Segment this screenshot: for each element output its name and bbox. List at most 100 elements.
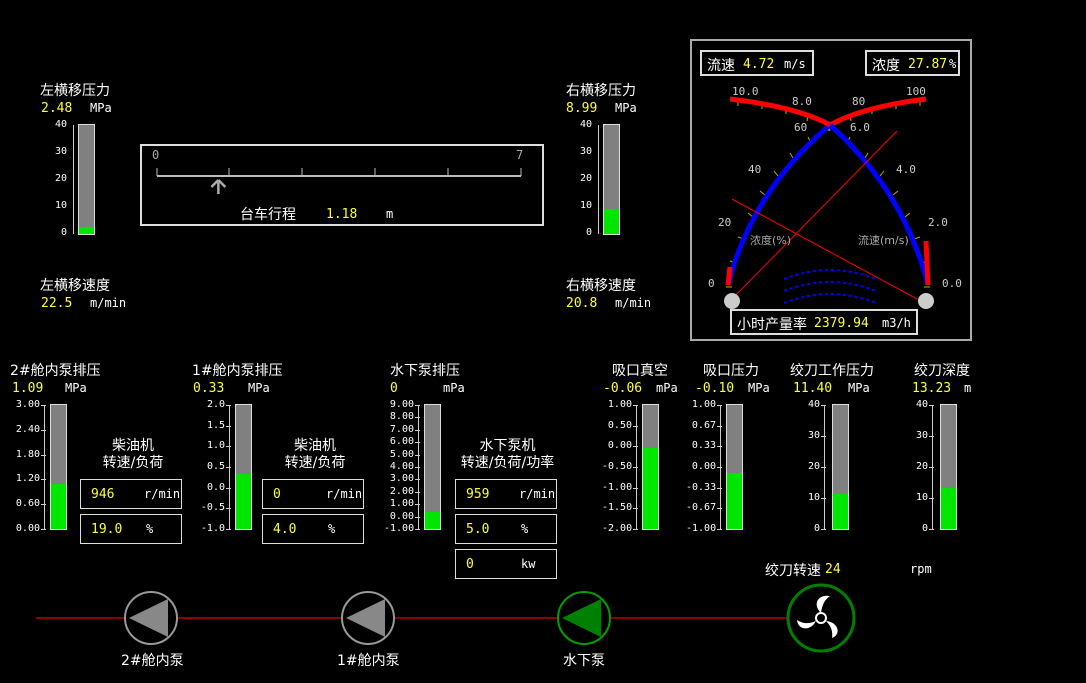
trolley-position-arrow-icon bbox=[210, 179, 227, 194]
trolley-travel-label: 台车行程 bbox=[240, 207, 296, 223]
tick: 1.00 bbox=[691, 399, 716, 410]
tick: 10 bbox=[807, 492, 820, 503]
tick: -1.50 bbox=[602, 502, 633, 514]
tick: 0.50 bbox=[607, 419, 632, 431]
conc-tick: 100 bbox=[906, 85, 926, 98]
uw-motor-title-line1: 水下泵机 bbox=[479, 438, 536, 454]
tick: 2.00 bbox=[389, 485, 414, 497]
uw-motor-load-unit: % bbox=[521, 522, 529, 536]
tick: 0.5 bbox=[206, 461, 225, 472]
tick: 30 bbox=[807, 430, 820, 441]
suction-vacuum-bar bbox=[642, 404, 659, 530]
tick: 0.00 bbox=[389, 510, 414, 522]
uw-motor-title: 水下泵机 转速/负荷/功率 bbox=[455, 438, 560, 472]
trolley-travel-panel: 0 7 台车行程 1.18 m bbox=[140, 144, 544, 226]
tick: -0.50 bbox=[602, 461, 633, 472]
tick: 4.00 bbox=[389, 461, 414, 472]
suction-pressure-label: 吸口压力 bbox=[703, 363, 759, 379]
diesel1-load-value: 4.0 bbox=[273, 522, 297, 537]
flow-tick: 8.0 bbox=[792, 95, 812, 108]
cutter-speed-label: 绞刀转速 bbox=[765, 563, 821, 579]
production-rate-label: 小时产量率 bbox=[737, 317, 807, 333]
cutter-depth-bar bbox=[940, 404, 957, 530]
diesel1-title-line2: 转速/负荷 bbox=[284, 455, 346, 471]
uw-motor-rpm-box: 959 r/min bbox=[455, 479, 557, 509]
pump1-pressure-label: 1#舱内泵排压 bbox=[192, 363, 283, 379]
suction-vacuum-value: -0.06 bbox=[603, 381, 643, 396]
uw-motor-title-line2: 转速/负荷/功率 bbox=[460, 455, 555, 471]
tick: -1.00 bbox=[384, 523, 415, 534]
tick: 2.0 bbox=[206, 399, 225, 410]
pump1-pressure-gauge: 2.0 1.5 1.0 0.5 0.0 -0.5 -1.0 bbox=[195, 398, 255, 538]
conc-tick: 80 bbox=[852, 95, 866, 108]
pump2-pipeline-label: 2#舱内泵 bbox=[121, 653, 184, 669]
right-shift-speed-value: 20.8 bbox=[566, 296, 598, 311]
left-shift-pressure-value: 2.48 bbox=[41, 101, 73, 116]
pump1-pressure-unit: MPa bbox=[248, 381, 270, 395]
pump2-pressure-value: 1.09 bbox=[12, 381, 44, 396]
diesel1-rpm-value: 0 bbox=[273, 487, 281, 502]
diesel2-load-unit: % bbox=[146, 522, 154, 536]
flow-speed-box: 流速 4.72 m/s bbox=[700, 50, 814, 76]
left-shift-pressure-gauge: 40 30 20 10 0 bbox=[40, 118, 100, 240]
diesel1-rpm-box: 0 r/min bbox=[262, 479, 364, 509]
cutter-pressure-bar bbox=[832, 404, 849, 530]
tick: 3.00 bbox=[389, 473, 414, 485]
left-shift-speed-value: 22.5 bbox=[41, 296, 73, 311]
tick: 1.0 bbox=[206, 440, 225, 452]
suction-vacuum-unit: mPa bbox=[656, 381, 678, 395]
tick: 0 bbox=[60, 227, 67, 238]
uw-pump-pressure-value: 0 bbox=[390, 381, 398, 396]
tick: 30 bbox=[579, 146, 592, 157]
right-pivot-icon bbox=[918, 293, 934, 309]
left-shift-speed-label: 左横移速度 bbox=[40, 278, 110, 294]
right-shift-pressure-unit: MPa bbox=[615, 101, 637, 115]
left-shift-pressure-bar bbox=[78, 124, 95, 235]
trolley-travel-unit: m bbox=[386, 207, 394, 221]
pump2-pressure-bar bbox=[50, 404, 67, 530]
right-shift-speed-label: 右横移速度 bbox=[566, 278, 636, 294]
tick: 6.00 bbox=[389, 436, 414, 448]
cutter-pressure-gauge: 40 30 20 10 0 bbox=[790, 398, 850, 538]
tick: 20 bbox=[807, 461, 820, 472]
flow-tick: 2.0 bbox=[928, 216, 948, 229]
tick: 10 bbox=[579, 200, 592, 211]
production-rate-box: 小时产量率 2379.94 m3/h bbox=[730, 309, 918, 335]
tick: -1.0 bbox=[200, 523, 225, 534]
diesel2-load-value: 19.0 bbox=[91, 522, 123, 537]
pump2-pressure-label: 2#舱内泵排压 bbox=[10, 363, 101, 379]
flow-concentration-gauge: 流速 4.72 m/s 浓度 27.87 % 0 20 40 60 80 100… bbox=[690, 39, 972, 341]
right-shift-pressure-label: 右横移压力 bbox=[566, 83, 636, 99]
underwater-pump-icon bbox=[557, 591, 611, 645]
tick: 0.67 bbox=[691, 419, 716, 431]
tick: 1.5 bbox=[206, 419, 225, 431]
cutter-pressure-unit: MPa bbox=[848, 381, 870, 395]
suction-vacuum-gauge: 1.00 0.50 0.00 -0.50 -1.00 -1.50 -2.00 bbox=[602, 398, 662, 538]
tick: -0.33 bbox=[686, 481, 717, 493]
conc-tick: 20 bbox=[718, 216, 732, 229]
trolley-travel-value: 1.18 bbox=[326, 207, 358, 222]
uw-motor-load-value: 5.0 bbox=[466, 522, 490, 537]
left-shift-pressure-unit: MPa bbox=[90, 101, 112, 115]
tick: 30 bbox=[54, 146, 67, 157]
diesel2-title-line1: 柴油机 bbox=[112, 438, 154, 454]
diesel2-rpm-box: 946 r/min bbox=[80, 479, 182, 509]
diesel1-load-unit: % bbox=[328, 522, 336, 536]
tick: 20 bbox=[54, 173, 67, 184]
tick: 0.00 bbox=[691, 461, 716, 472]
tick: 40 bbox=[579, 119, 592, 130]
suction-pressure-bar bbox=[726, 404, 743, 530]
cutter-speed-value: 24 bbox=[825, 562, 841, 577]
tick: -2.00 bbox=[602, 523, 633, 534]
tick: 2.40 bbox=[15, 423, 40, 435]
tick: -0.5 bbox=[200, 502, 225, 514]
pump1-icon bbox=[341, 591, 395, 645]
tick: 3.00 bbox=[15, 399, 40, 410]
flow-tick: 6.0 bbox=[850, 121, 870, 134]
concentration-label: 浓度 bbox=[872, 58, 900, 74]
cutter-pressure-label: 绞刀工作压力 bbox=[790, 363, 874, 379]
tick: 10 bbox=[54, 200, 67, 211]
diesel2-load-box: 19.0 % bbox=[80, 514, 182, 544]
right-shift-pressure-value: 8.99 bbox=[566, 101, 598, 116]
left-pivot-icon bbox=[724, 293, 740, 309]
